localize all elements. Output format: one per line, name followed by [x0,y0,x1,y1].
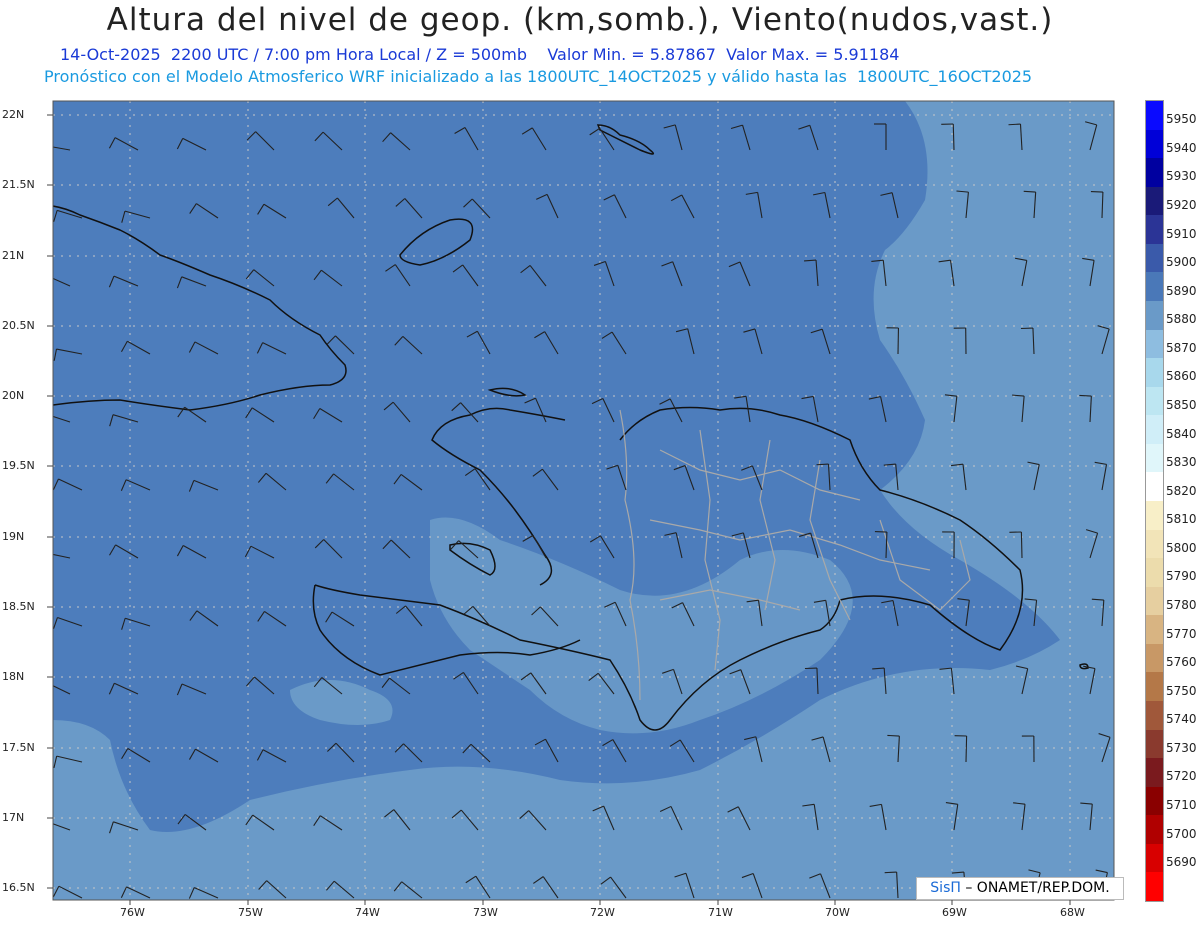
wind-barb-flag [42,553,44,565]
colorbar-label: 5740 [1166,712,1197,727]
colorbar-label: 5820 [1166,483,1197,498]
wind-barb-flag [41,821,45,832]
lat-label: 20N [2,389,25,402]
lat-label: 17.5N [2,741,35,754]
colorbar-label: 5700 [1166,826,1197,841]
colorbar-label: 5790 [1166,569,1197,584]
lat-label: 17N [2,811,25,824]
colorbar-segment [1146,186,1163,216]
lon-label: 73W [473,906,498,919]
colorbar-label: 5720 [1166,769,1197,784]
colorbar-segment [1146,215,1163,245]
lat-label: 21N [2,249,25,262]
colorbar-segment [1146,329,1163,359]
colorbar-segment [1146,558,1163,588]
lat-label: 18N [2,670,25,683]
lat-label: 19.5N [2,459,35,472]
colorbar-segment [1146,615,1163,645]
wind-barb-flag [816,463,829,466]
colorbar-segment [1146,586,1163,616]
colorbar-label: 5770 [1166,626,1197,641]
wind-barb-flag [887,734,900,737]
colorbar-label: 5860 [1166,369,1197,384]
lon-label: 76W [120,906,145,919]
map-canvas [41,100,1115,905]
colorbar-label: 5870 [1166,340,1197,355]
lon-label: 69W [942,906,967,919]
colorbar-segment [1146,415,1163,445]
wind-barb-flag [41,275,46,286]
colorbar-label: 5890 [1166,283,1197,298]
wind-barb-flag [1008,123,1021,126]
colorbar-label: 5930 [1166,169,1197,184]
lat-label: 21.5N [2,178,35,191]
colorbar-label: 5800 [1166,540,1197,555]
colorbar-label: 5850 [1166,398,1197,412]
colorbar-label: 5690 [1166,855,1197,870]
wind-barb-flag [1079,394,1092,397]
colorbar-label: 5910 [1166,226,1197,241]
lat-label: 18.5N [2,600,35,613]
lon-label: 70W [825,906,850,919]
lon-label: 68W [1060,906,1085,919]
lat-label: 19N [2,530,25,543]
colorbar-segment [1146,472,1163,502]
colorbar-segment [1146,643,1163,673]
colorbar-label: 5900 [1166,255,1197,270]
lat-label: 22N [2,108,25,121]
wind-barb-shaft [965,735,968,763]
colorbar-segment [1146,843,1163,873]
colorbar-segment [1146,158,1163,188]
colorbar-segment [1146,729,1163,759]
colorbar-label: 5840 [1166,426,1197,441]
colorbar-segment [1146,443,1163,473]
wind-barb-flag [42,145,44,157]
colorbar-label: 5750 [1166,683,1197,698]
colorbar-label: 5730 [1166,740,1197,755]
colorbar-segment [1146,701,1163,731]
colorbar-segment [1146,672,1163,702]
colorbar-label: 5710 [1166,798,1197,812]
lon-label: 71W [708,906,733,919]
wind-barb-flag [41,683,46,694]
colorbar-segment [1146,301,1163,331]
colorbar-label: 5880 [1166,312,1197,327]
colorbar-segment [1146,872,1163,902]
wind-barb-shaft [1020,531,1023,559]
colorbar-label: 5780 [1166,598,1197,612]
colorbar-segment [1146,501,1163,531]
colorbar [1145,100,1164,902]
colorbar-segment [1146,101,1163,131]
colorbar-label: 5920 [1166,198,1197,212]
wind-barb-flag [884,871,897,874]
colorbar-segment [1146,358,1163,388]
colorbar-segment [1146,529,1163,559]
wind-barb-flag [1023,190,1036,193]
colorbar-label: 5950 [1166,112,1197,127]
credit-text: – ONAMET/REP.DOM. [965,880,1110,896]
lon-label: 75W [238,906,263,919]
colorbar-label: 5940 [1166,140,1197,155]
lon-label: 72W [590,906,615,919]
colorbar-segment [1146,386,1163,416]
colorbar-segment [1146,815,1163,845]
lat-label: 16.5N [2,881,35,894]
lat-label: 20.5N [2,319,35,332]
wind-barb-flag [42,414,46,425]
colorbar-segment [1146,129,1163,159]
credit-brand: SisΠ [930,880,961,896]
credit-box: SisΠ – ONAMET/REP.DOM. [916,877,1124,900]
colorbar-segment [1146,758,1163,788]
colorbar-label: 5830 [1166,455,1197,470]
colorbar-segment [1146,786,1163,816]
colorbar-label: 5810 [1166,512,1197,527]
colorbar-label: 5760 [1166,655,1197,670]
colorbar-segment [1146,243,1163,273]
wind-barb-shaft [952,123,955,151]
colorbar-segment [1146,272,1163,302]
lon-label: 74W [355,906,380,919]
